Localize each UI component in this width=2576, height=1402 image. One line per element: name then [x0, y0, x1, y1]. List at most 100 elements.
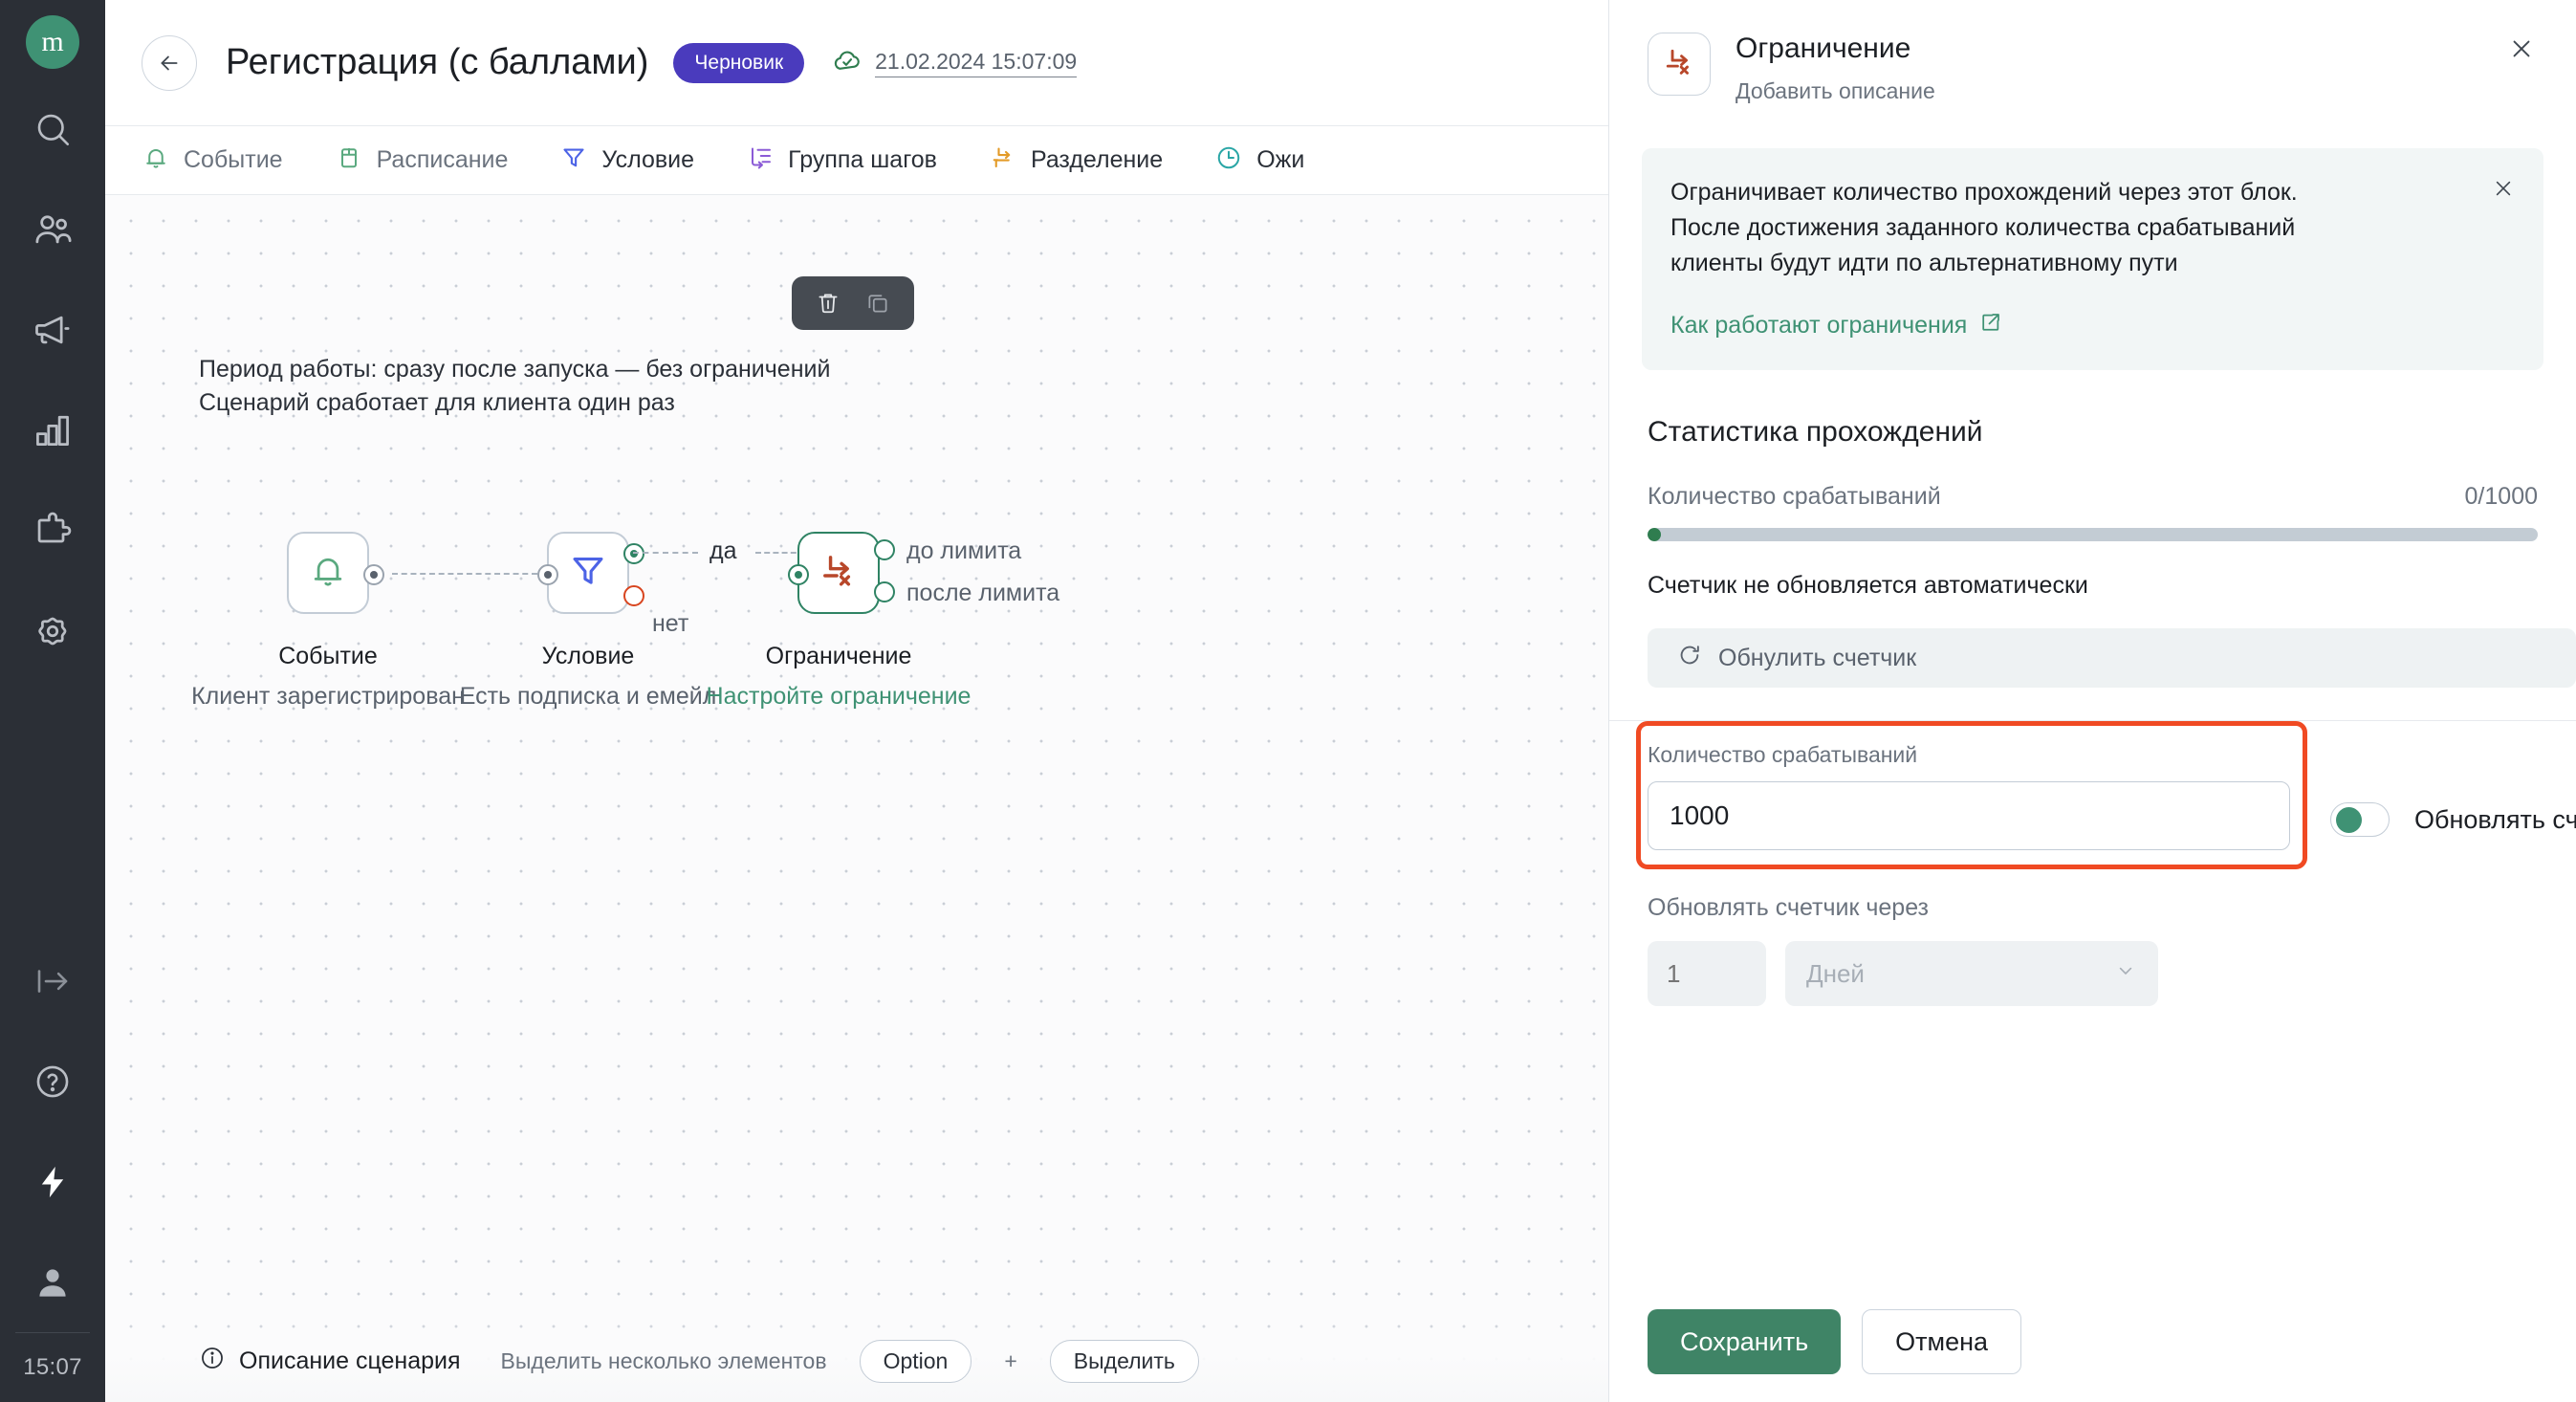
palette-item-event-label: Событие — [184, 146, 283, 173]
panel-header-text: Ограничение Добавить описание — [1736, 33, 1935, 104]
sidebar-item-analytics[interactable] — [0, 380, 105, 480]
arrow-left-icon — [161, 55, 178, 70]
info-line-2: После достижения заданного количества ср… — [1670, 214, 2296, 241]
limit-count-col: Количество срабатываний — [1648, 742, 2290, 850]
flow-node-condition-input-port[interactable] — [537, 564, 558, 585]
limit-settings-panel: Ограничение Добавить описание Ограничива… — [1608, 0, 2576, 1402]
flow-node-limit-box[interactable] — [788, 532, 895, 614]
palette-item-schedule-label: Расписание — [376, 146, 509, 173]
update-counter-toggle-label: Обновлять счетчик — [2414, 804, 2576, 834]
node-context-toolbar[interactable] — [792, 276, 914, 330]
sidebar-item-settings[interactable] — [0, 581, 105, 681]
palette-item-wait-label: Ожи — [1256, 146, 1305, 173]
filter-icon — [559, 143, 588, 177]
update-period-number-input[interactable] — [1648, 941, 1766, 1006]
info-callout-close-button[interactable] — [2486, 171, 2521, 206]
panel-add-description[interactable]: Добавить описание — [1736, 78, 1935, 104]
copy-icon — [868, 295, 887, 313]
panel-limit-icon-box — [1648, 33, 1711, 96]
app-root: m 15:07 Регистрация (с баллами) Черновик… — [0, 0, 2576, 1402]
clock-icon — [1214, 143, 1243, 177]
flow-port-label-before-limit: до лимита — [906, 537, 1022, 564]
scenario-description-button[interactable]: Описание сценария — [199, 1345, 461, 1378]
palette-item-wait[interactable]: Ожи — [1214, 143, 1329, 177]
flow-edge-label-no: нет — [652, 610, 689, 637]
split-arrow-icon — [989, 143, 1017, 177]
info-line-3: клиенты будут идти по альтернативному пу… — [1670, 250, 2178, 276]
palette-item-split[interactable]: Разделение — [989, 143, 1188, 177]
palette-item-schedule[interactable]: Расписание — [335, 143, 534, 177]
saved-timestamp[interactable]: 21.02.2024 15:07:09 — [875, 49, 1078, 77]
key-plus: + — [1004, 1347, 1017, 1373]
toggle-knob — [2336, 807, 2362, 833]
app-logo-letter: m — [41, 26, 64, 57]
sidebar-item-search[interactable] — [0, 78, 105, 179]
sidebar-item-quick-actions[interactable] — [0, 1131, 105, 1232]
help-question-icon — [33, 1062, 73, 1102]
flow-node-condition-box[interactable] — [537, 532, 644, 614]
stats-section-title: Статистика прохождений — [1648, 416, 1983, 448]
calendar-icon — [335, 143, 363, 177]
sidebar-item-contacts[interactable] — [0, 179, 105, 279]
stats-auto-update-note: Счетчик не обновляется автоматически — [1648, 572, 2088, 599]
flow-node-limit-subtitle[interactable]: Настройте ограничение — [707, 683, 971, 711]
flow-node-event[interactable]: Событие Клиент зарегистрирован — [191, 532, 465, 710]
flow-node-limit-input-port[interactable] — [788, 564, 809, 585]
flow-node-event-box[interactable] — [287, 532, 384, 614]
how-limits-work-link[interactable]: Как работают ограничения — [1670, 310, 2003, 341]
sidebar-item-campaigns[interactable] — [0, 279, 105, 380]
limit-icon — [817, 549, 861, 598]
page-title: Регистрация (с баллами) — [226, 42, 649, 82]
flow-node-condition-subtitle: Есть подписка и емейл — [459, 683, 717, 710]
cancel-button[interactable]: Отмена — [1862, 1309, 2022, 1374]
stats-counter-row: Количество срабатываний 0/1000 — [1648, 483, 2538, 511]
info-line-1: Ограничивает количество прохождений чере… — [1670, 179, 2298, 206]
update-counter-toggle[interactable] — [2330, 802, 2390, 837]
panel-footer: Сохранить Отмена — [1609, 1282, 2576, 1402]
integrations-puzzle-icon — [32, 510, 74, 552]
sidebar-item-profile[interactable] — [0, 1232, 105, 1332]
canvas-footer: Описание сценария Выделить несколько эле… — [105, 1320, 1608, 1402]
update-period-unit-select[interactable]: Дней — [1785, 941, 2158, 1006]
info-circle-icon — [199, 1345, 226, 1378]
delete-node-button[interactable] — [807, 282, 849, 324]
stats-counter-label: Количество срабатываний — [1648, 483, 1941, 510]
rail-primary-items — [0, 78, 105, 681]
palette-item-condition[interactable]: Условие — [559, 143, 719, 177]
panel-close-button[interactable] — [2501, 29, 2542, 69]
limit-count-input[interactable] — [1648, 781, 2290, 850]
limit-count-field-area: Количество срабатываний Обновлять счетчи… — [1609, 721, 2576, 869]
flow-node-condition-yes-port[interactable] — [623, 543, 644, 564]
chevron-down-icon — [2114, 959, 2137, 989]
palette-item-event[interactable]: Событие — [142, 143, 308, 177]
flow-node-condition-title: Условие — [541, 643, 635, 669]
app-logo[interactable]: m — [26, 15, 79, 69]
flow-node-condition-no-port[interactable] — [623, 585, 644, 606]
flow-node-limit-before-port[interactable] — [874, 539, 895, 560]
back-button[interactable] — [142, 34, 197, 91]
flow-node-event-title: Событие — [278, 643, 378, 669]
update-counter-toggle-wrap: Обновлять счетчик — [2330, 802, 2576, 850]
flow-node-limit[interactable]: до лимита после лимита Ограничение Настр… — [707, 532, 1059, 710]
campaigns-megaphone-icon — [32, 309, 74, 351]
flow-node-event-output-port[interactable] — [363, 564, 384, 585]
flow-node-limit-after-port[interactable] — [874, 581, 895, 602]
flow-node-event-subtitle: Клиент зарегистрирован — [191, 683, 465, 710]
step-group-icon — [746, 143, 775, 177]
update-period-label: Обновлять счетчик через — [1648, 894, 1930, 921]
reset-counter-button[interactable]: Обнулить счетчик — [1648, 628, 2576, 688]
bell-icon — [307, 550, 349, 597]
status-badge[interactable]: Черновик — [673, 42, 805, 83]
sidebar-item-integrations[interactable] — [0, 480, 105, 581]
palette-item-step-group[interactable]: Группа шагов — [746, 143, 962, 177]
scenario-canvas[interactable]: Период работы: сразу после запуска — без… — [105, 195, 1608, 1402]
settings-gear-icon — [32, 610, 74, 652]
flow-node-condition[interactable]: нет Условие Есть подписка и емейл — [460, 532, 716, 710]
trash-icon — [819, 294, 838, 314]
duplicate-node-button[interactable] — [857, 282, 899, 324]
sidebar-item-help[interactable] — [0, 1031, 105, 1131]
sidebar-item-collapse[interactable] — [0, 931, 105, 1031]
save-button[interactable]: Сохранить — [1648, 1309, 1842, 1374]
flow-port-label-after-limit: после лимита — [906, 580, 1060, 606]
stats-progress-fill — [1648, 528, 1661, 541]
